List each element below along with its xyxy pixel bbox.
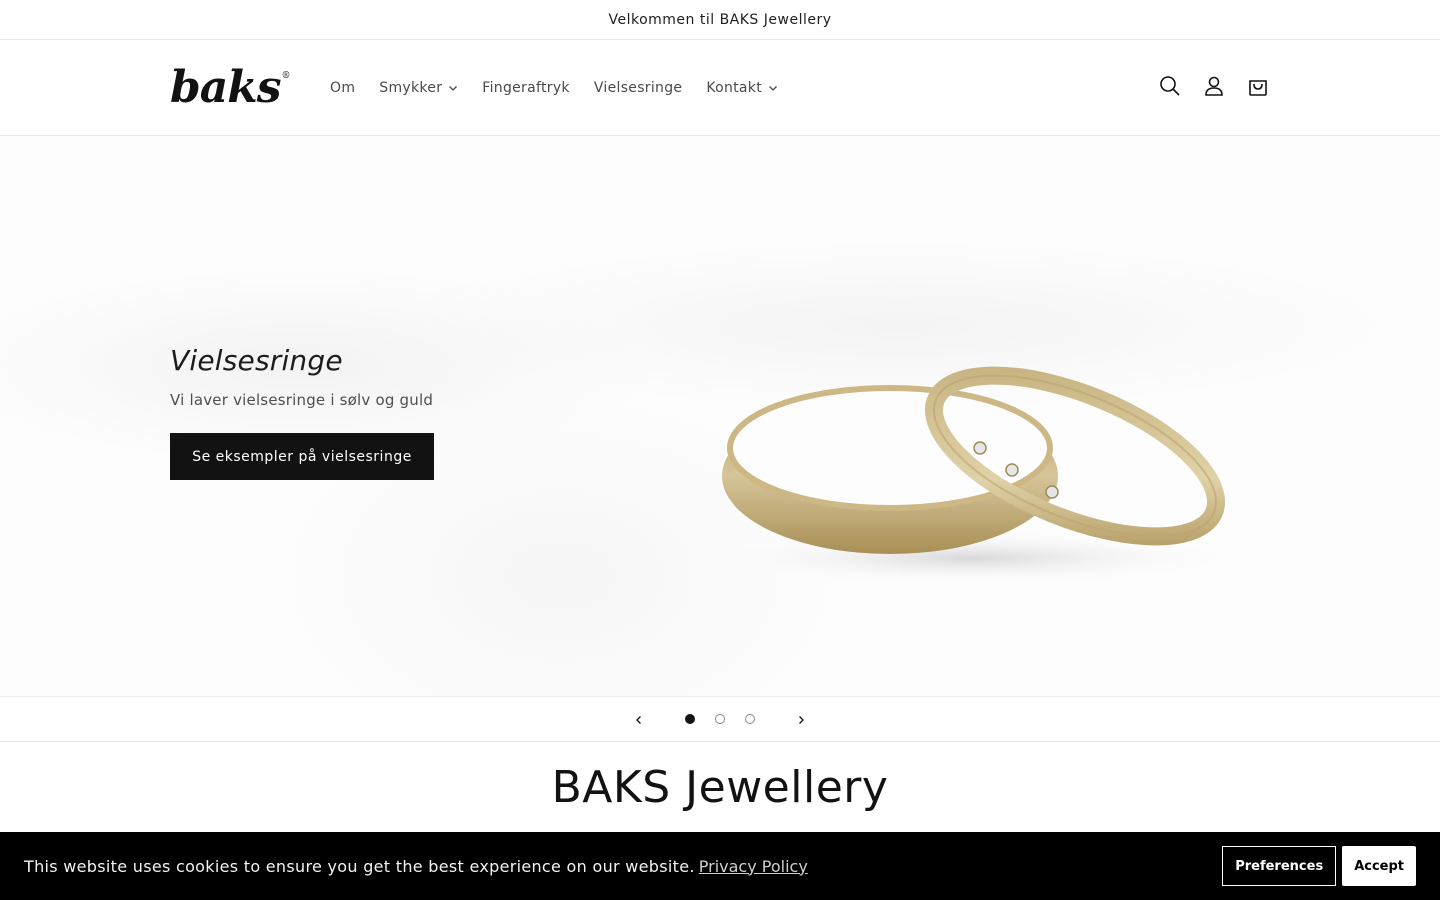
cookie-actions: Preferences Accept xyxy=(1222,846,1416,886)
announcement-bar: Velkommen til BAKS Jewellery xyxy=(0,0,1440,40)
accept-button[interactable]: Accept xyxy=(1342,846,1416,886)
hero-cta-button[interactable]: Se eksempler på vielsesringe xyxy=(170,433,434,480)
nav-item-fingeraftryk[interactable]: Fingeraftryk xyxy=(470,68,582,108)
cookie-banner: This website uses cookies to ensure you … xyxy=(0,832,1440,900)
search-button[interactable] xyxy=(1154,68,1186,108)
chevron-right-icon xyxy=(796,710,806,729)
hero-content: Vielsesringe Vi laver vielsesringe i søl… xyxy=(170,344,434,480)
chevron-left-icon xyxy=(634,710,644,729)
hero-title: Vielsesringe xyxy=(170,344,343,377)
nav-item-smykker[interactable]: Smykker xyxy=(367,68,470,108)
announcement-text: Velkommen til BAKS Jewellery xyxy=(608,11,832,28)
nav-item-vielsesringe[interactable]: Vielsesringe xyxy=(582,68,694,108)
next-slide-button[interactable] xyxy=(779,697,823,741)
cart-button[interactable] xyxy=(1242,68,1274,108)
brand-logo[interactable]: baks ® xyxy=(170,61,320,113)
nav-item-kontakt[interactable]: Kontakt xyxy=(694,68,790,108)
cookie-message: This website uses cookies to ensure you … xyxy=(24,856,695,876)
section-title: BAKS Jewellery xyxy=(551,762,889,813)
nav-item-label: Kontakt xyxy=(706,79,762,96)
active-dot-icon xyxy=(685,714,695,724)
dot-icon xyxy=(715,714,725,724)
logo-text: baks xyxy=(170,61,282,113)
nav-item-label: Om xyxy=(330,79,356,96)
nav-item-om[interactable]: Om xyxy=(320,68,367,108)
account-icon xyxy=(1203,75,1225,101)
main-nav: Om Smykker Fingeraftryk Vielsesringe Kon… xyxy=(320,68,790,108)
chevron-down-icon xyxy=(768,83,778,93)
slide-dot-1[interactable] xyxy=(675,704,705,734)
privacy-policy-link[interactable]: Privacy Policy xyxy=(699,857,808,876)
slider-controls xyxy=(0,696,1440,742)
header-actions xyxy=(1154,68,1274,108)
slide-dot-3[interactable] xyxy=(735,704,765,734)
gold-wedding-rings-image xyxy=(690,336,1250,600)
cart-icon xyxy=(1247,75,1269,101)
search-icon xyxy=(1159,75,1181,101)
hero-subtitle: Vi laver vielsesringe i sølv og guld xyxy=(170,391,434,409)
site-header: baks ® Om Smykker Fingeraftryk Vielsesrin… xyxy=(0,40,1440,136)
preferences-button[interactable]: Preferences xyxy=(1222,846,1337,886)
dot-icon xyxy=(745,714,755,724)
chevron-down-icon xyxy=(448,83,458,93)
nav-item-label: Smykker xyxy=(379,79,443,96)
nav-item-label: Vielsesringe xyxy=(593,79,683,96)
previous-slide-button[interactable] xyxy=(617,697,661,741)
hero-slideshow: Vielsesringe Vi laver vielsesringe i søl… xyxy=(0,136,1440,696)
logo-registered-mark: ® xyxy=(281,70,291,81)
nav-item-label: Fingeraftryk xyxy=(482,79,570,96)
slide-dots xyxy=(675,704,765,734)
slide-dot-2[interactable] xyxy=(705,704,735,734)
account-button[interactable] xyxy=(1198,68,1230,108)
